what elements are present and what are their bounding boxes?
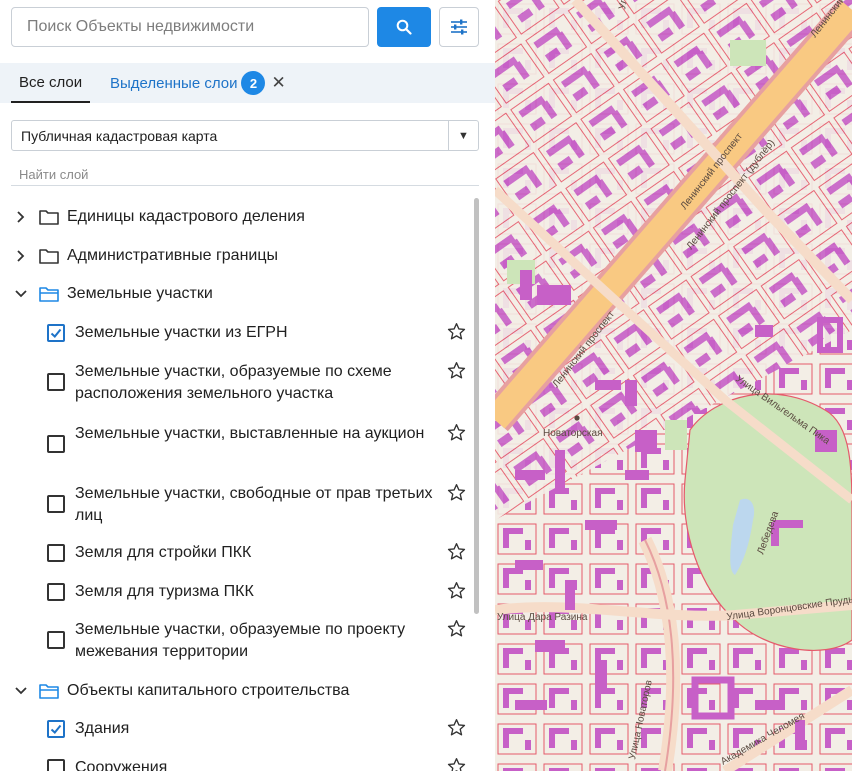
layer-item-label: Земельные участки, образуемые по проекту…: [75, 621, 406, 660]
search-bar: [11, 7, 479, 47]
basemap-select[interactable]: Публичная кадастровая карта ▼: [11, 120, 479, 151]
layer-item-egrn-plots[interactable]: Земельные участки из ЕГРН: [0, 322, 480, 344]
green-area: [730, 40, 766, 66]
layer-item-buildings[interactable]: Здания: [0, 718, 480, 740]
layer-item-label: Земля для стройки ПКК: [75, 544, 252, 561]
layer-item-label: Земельные участки, выставленные на аукци…: [75, 425, 425, 442]
layer-item-auction-plots[interactable]: Земельные участки, выставленные на аукци…: [0, 423, 480, 467]
folder-open-icon: [39, 684, 59, 699]
layers-panel: Все слои Выделенные слои 2 ✕ Публичная к…: [0, 0, 495, 771]
star-icon[interactable]: [447, 423, 466, 442]
tree-group-capital-construction[interactable]: Объекты капитального строительства: [0, 680, 480, 702]
tree-group-label: Единицы кадастрового деления: [67, 208, 305, 225]
search-button[interactable]: [377, 7, 431, 47]
tab-all-layers[interactable]: Все слои: [11, 63, 91, 103]
layer-tree: Единицы кадастрового деления Администрат…: [0, 198, 480, 771]
green-area: [665, 420, 687, 450]
folder-icon: [39, 249, 59, 264]
chevron-right-icon[interactable]: [14, 210, 28, 224]
check-icon: [50, 724, 62, 734]
cadastral-map[interactable]: Ленинский проспект Ленинский проспект (д…: [495, 0, 852, 771]
map-canvas[interactable]: Ленинский проспект Ленинский проспект (д…: [495, 0, 852, 771]
layer-item-construction-land[interactable]: Земля для стройки ПКК: [0, 542, 480, 564]
star-icon[interactable]: [447, 361, 466, 380]
star-icon[interactable]: [447, 483, 466, 502]
layer-item-label: Земля для туризма ПКК: [75, 583, 254, 600]
street-label-razina: Улица Дара Разина: [497, 612, 588, 623]
poi-marker: [574, 415, 580, 421]
layer-checkbox[interactable]: [47, 495, 65, 513]
tree-group-label: Объекты капитального строительства: [67, 682, 350, 699]
layer-checkbox[interactable]: [47, 631, 65, 649]
chevron-down-icon[interactable]: [14, 287, 28, 301]
layer-checkbox[interactable]: [47, 544, 65, 562]
layer-checkbox[interactable]: [47, 324, 65, 342]
folder-open-icon: [39, 287, 59, 302]
layer-checkbox[interactable]: [47, 759, 65, 771]
tab-all-layers-label: Все слои: [19, 73, 83, 91]
layer-checkbox[interactable]: [47, 435, 65, 453]
tree-group-label: Земельные участки: [67, 285, 213, 302]
star-icon[interactable]: [447, 619, 466, 638]
close-icon[interactable]: ✕: [271, 73, 285, 93]
tree-group-land-plots[interactable]: Земельные участки: [0, 283, 480, 305]
tab-selected-layers[interactable]: Выделенные слои 2 ✕: [110, 63, 286, 103]
basemap-select-value: Публичная кадастровая карта: [21, 128, 218, 144]
star-icon[interactable]: [447, 542, 466, 561]
layer-checkbox[interactable]: [47, 373, 65, 391]
tree-group-cadastral-units[interactable]: Единицы кадастрового деления: [0, 206, 480, 228]
layer-item-scheme-plots[interactable]: Земельные участки, образуемые по схеме р…: [0, 361, 480, 405]
layer-item-label: Здания: [75, 720, 130, 737]
check-icon: [50, 328, 62, 338]
layer-item-survey-plots[interactable]: Земельные участки, образуемые по проекту…: [0, 619, 480, 663]
star-icon[interactable]: [447, 322, 466, 341]
layer-item-structures[interactable]: Сооружения: [0, 757, 480, 771]
star-icon[interactable]: [447, 718, 466, 737]
tree-group-admin-borders[interactable]: Административные границы: [0, 245, 480, 267]
layer-search-input[interactable]: [11, 163, 479, 186]
star-icon[interactable]: [447, 757, 466, 771]
filter-button[interactable]: [439, 7, 479, 47]
layer-checkbox[interactable]: [47, 720, 65, 738]
street-label-novatorskaya: Новаторская: [543, 428, 603, 439]
layer-item-label: Сооружения: [75, 759, 168, 771]
sliders-icon: [451, 19, 467, 35]
search-input[interactable]: [11, 7, 369, 47]
chevron-down-icon[interactable]: [14, 684, 28, 698]
chevron-down-icon[interactable]: ▼: [448, 121, 478, 150]
folder-icon: [39, 210, 59, 225]
layer-item-label: Земельные участки, свободные от прав тре…: [75, 485, 433, 524]
tab-selected-layers-label: Выделенные слои: [110, 74, 238, 92]
layer-checkbox[interactable]: [47, 583, 65, 601]
layer-item-free-plots[interactable]: Земельные участки, свободные от прав тре…: [0, 483, 480, 527]
layer-tree-scrollbar[interactable]: [474, 198, 479, 614]
star-icon[interactable]: [447, 581, 466, 600]
selected-count-badge: 2: [241, 71, 266, 95]
tree-group-label: Административные границы: [67, 247, 279, 264]
layer-item-label: Земельные участки из ЕГРН: [75, 324, 288, 341]
layer-item-label: Земельные участки, образуемые по схеме р…: [75, 363, 392, 402]
layer-tabs: Все слои Выделенные слои 2 ✕: [0, 63, 495, 103]
search-icon: [396, 19, 412, 35]
layer-item-tourism-land[interactable]: Земля для туризма ПКК: [0, 581, 480, 603]
chevron-right-icon[interactable]: [14, 249, 28, 263]
